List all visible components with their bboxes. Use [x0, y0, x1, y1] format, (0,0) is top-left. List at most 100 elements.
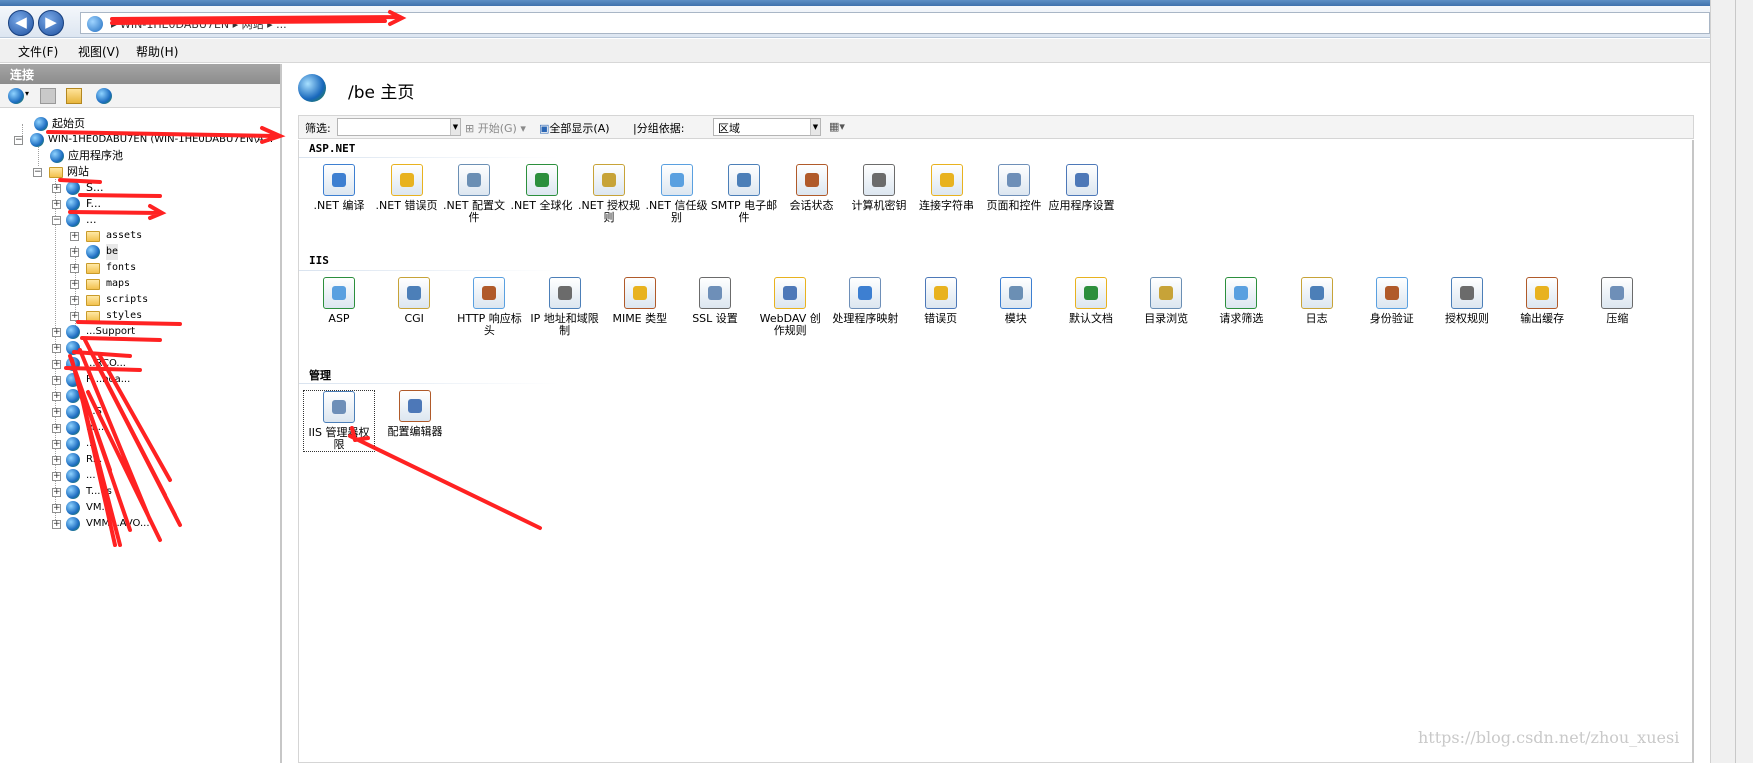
show-all-button[interactable]: ▣全部显示(A)	[539, 120, 610, 136]
feature-label: IIS 管理器权限	[308, 426, 370, 451]
feature-label: 授权规则	[1445, 312, 1489, 325]
dotnet-compile-icon	[323, 164, 355, 196]
feature-item[interactable]: .NET 信任级别	[641, 164, 713, 224]
view-mode-button[interactable]: ▦▾	[829, 120, 845, 133]
chevron-down-icon[interactable]: ▼	[450, 119, 460, 135]
site-globe-icon	[66, 373, 80, 387]
disconnect-icon[interactable]	[96, 88, 112, 104]
connect-icon[interactable]	[8, 88, 24, 104]
collapse-icon[interactable]: −	[52, 216, 61, 225]
authentication-icon	[1375, 277, 1408, 309]
feature-item[interactable]: SMTP 电子邮件	[708, 164, 780, 224]
site-globe-icon	[66, 485, 80, 499]
feature-item[interactable]: 目录浏览	[1130, 277, 1202, 325]
up-folder-icon[interactable]	[66, 88, 82, 104]
menu-view[interactable]: 视图(V)	[78, 43, 120, 60]
back-button[interactable]: ◀	[8, 10, 34, 36]
expand-icon[interactable]: +	[52, 504, 61, 513]
site-globe-icon	[66, 357, 80, 371]
expand-icon[interactable]: +	[70, 248, 79, 257]
expand-icon[interactable]: +	[70, 232, 79, 241]
feature-item[interactable]: 身份验证	[1356, 277, 1428, 325]
feature-item[interactable]: 请求筛选	[1205, 277, 1277, 325]
feature-item[interactable]: 错误页	[905, 277, 977, 325]
feature-item[interactable]: .NET 全球化	[506, 164, 578, 212]
expand-icon[interactable]: +	[52, 424, 61, 433]
feature-item[interactable]: HTTP 响应标头	[453, 277, 525, 337]
expand-icon[interactable]: +	[52, 408, 61, 417]
chevron-down-icon[interactable]: ▾	[25, 89, 29, 98]
expand-icon[interactable]: +	[52, 376, 61, 385]
feature-item[interactable]: 应用程序设置	[1046, 164, 1118, 212]
feature-item[interactable]: .NET 编译	[303, 164, 375, 212]
ssl-settings-icon	[699, 277, 731, 309]
dotnet-error-page-icon	[390, 164, 423, 196]
expand-icon[interactable]: +	[52, 392, 61, 401]
feature-item[interactable]: .NET 错误页	[371, 164, 443, 212]
address-bar[interactable]: ▸ WIN-1HE0DABU7EN ▸ 网站 ▸ ...	[80, 12, 1710, 34]
expand-icon[interactable]: +	[52, 456, 61, 465]
feature-label: 页面和控件	[986, 199, 1042, 212]
section-title-management: 管理	[309, 369, 331, 382]
connections-header: 连接	[0, 64, 280, 84]
feature-item[interactable]: 页面和控件	[978, 164, 1050, 212]
expand-icon[interactable]: +	[70, 280, 79, 289]
feature-item[interactable]: IIS 管理器权限	[303, 390, 375, 452]
feature-item[interactable]: 连接字符串	[911, 164, 983, 212]
feature-item[interactable]: 模块	[980, 277, 1052, 325]
feature-item[interactable]: 计算机密钥	[843, 164, 915, 212]
forward-button[interactable]: ▶	[38, 10, 64, 36]
mime-types-icon	[623, 277, 656, 309]
feature-item[interactable]: .NET 授权规则	[573, 164, 645, 224]
site-globe-icon	[66, 197, 80, 211]
dotnet-trust-level-icon	[660, 164, 693, 196]
feature-item[interactable]: .NET 配置文件	[438, 164, 510, 224]
feature-label: 输出缓存	[1520, 312, 1565, 325]
expand-icon[interactable]: +	[52, 200, 61, 209]
feature-item[interactable]: 压缩	[1581, 277, 1653, 325]
collapse-icon[interactable]: −	[14, 136, 23, 145]
menu-help[interactable]: 帮助(H)	[136, 43, 178, 60]
features-pane: /be 主页 筛选: ▼ ⊞ 开始(G) ▾ ▣全部显示(A) |分组依据: 区…	[284, 64, 1710, 763]
menu-bar: 文件(F) 视图(V) 帮助(H)	[0, 39, 1710, 63]
feature-label: 默认文档	[1069, 312, 1113, 325]
feature-item[interactable]: MIME 类型	[604, 277, 676, 325]
feature-item[interactable]: 处理程序映射	[829, 277, 901, 325]
chevron-down-icon[interactable]: ▼	[810, 119, 820, 135]
expand-icon[interactable]: +	[52, 472, 61, 481]
expand-icon[interactable]: +	[70, 264, 79, 273]
group-by-select[interactable]: 区域 ▼	[713, 118, 821, 136]
feature-item[interactable]: 默认文档	[1055, 277, 1127, 325]
feature-label: 应用程序设置	[1048, 199, 1115, 212]
filter-label: 筛选:	[305, 122, 331, 135]
expand-icon[interactable]: +	[52, 328, 61, 337]
feature-item[interactable]: 日志	[1281, 277, 1353, 325]
watermark-text: https://blog.csdn.net/zhou_xuesi	[1418, 728, 1680, 747]
expand-icon[interactable]: +	[52, 488, 61, 497]
filter-input[interactable]: ▼	[337, 118, 461, 136]
menu-file[interactable]: 文件(F)	[18, 43, 58, 60]
feature-item[interactable]: 输出缓存	[1506, 277, 1578, 325]
collapse-icon[interactable]: −	[33, 168, 42, 177]
expand-icon[interactable]: +	[52, 184, 61, 193]
feature-label: CGI	[404, 312, 424, 325]
feature-item[interactable]: CGI	[378, 277, 450, 325]
expand-icon[interactable]: +	[52, 344, 61, 353]
start-filter-button[interactable]: ⊞ 开始(G) ▾	[465, 120, 526, 136]
expand-icon[interactable]: +	[70, 296, 79, 305]
feature-item[interactable]: IP 地址和域限制	[529, 277, 601, 337]
feature-item[interactable]: ASP	[303, 277, 375, 325]
save-icon[interactable]	[40, 88, 56, 104]
feature-item[interactable]: 配置编辑器	[379, 390, 451, 438]
feature-item[interactable]: 会话状态	[776, 164, 848, 212]
feature-label: SMTP 电子邮件	[710, 199, 778, 224]
site-globe-icon	[298, 74, 326, 102]
feature-item[interactable]: 授权规则	[1431, 277, 1503, 325]
feature-item[interactable]: SSL 设置	[679, 277, 751, 325]
feature-item[interactable]: WebDAV 创作规则	[754, 277, 826, 337]
expand-icon[interactable]: +	[52, 360, 61, 369]
expand-icon[interactable]: +	[52, 520, 61, 529]
feature-label: 会话状态	[789, 199, 834, 212]
expand-icon[interactable]: +	[52, 440, 61, 449]
expand-icon[interactable]: +	[70, 312, 79, 321]
